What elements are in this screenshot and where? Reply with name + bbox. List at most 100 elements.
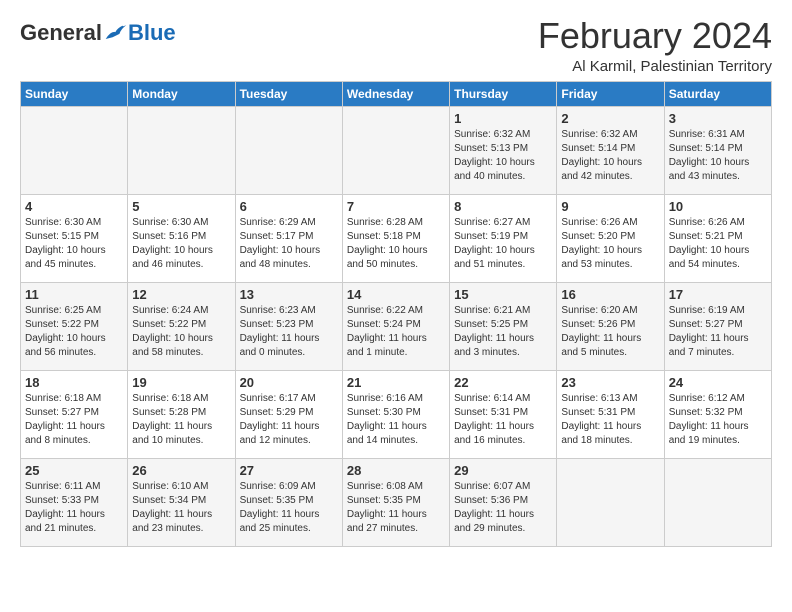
calendar-cell: 22 Sunrise: 6:14 AMSunset: 5:31 PMDayligh… (450, 370, 557, 458)
calendar-cell: 5 Sunrise: 6:30 AMSunset: 5:16 PMDaylight… (128, 194, 235, 282)
day-info: Sunrise: 6:23 AMSunset: 5:23 PMDaylight:… (240, 304, 338, 360)
calendar-cell: 10Sunrise: 6:26 AMSunset: 5:21 PMDayligh… (664, 194, 771, 282)
day-number: 25 (25, 463, 123, 478)
calendar-cell (235, 106, 342, 194)
day-info: Sunrise: 6:28 AMSunset: 5:18 PMDaylight:… (347, 216, 445, 272)
calendar-cell: 11 Sunrise: 6:25 AMSunset: 5:22 PMDayligh… (21, 282, 128, 370)
day-info: Sunrise: 6:08 AMSunset: 5:35 PMDaylight:… (347, 480, 445, 536)
day-info: Sunrise: 6:17 AMSunset: 5:29 PMDaylight:… (240, 392, 338, 448)
calendar-cell: 6Sunrise: 6:29 AMSunset: 5:17 PMDaylight… (235, 194, 342, 282)
calendar-week-row: 25 Sunrise: 6:11 AMSunset: 5:33 PMDayligh… (21, 458, 772, 546)
day-number: 27 (240, 463, 338, 478)
location-title: Al Karmil, Palestinian Territory (538, 58, 772, 75)
day-number: 11 (25, 287, 123, 302)
day-number: 21 (347, 375, 445, 390)
calendar-cell: 25 Sunrise: 6:11 AMSunset: 5:33 PMDayligh… (21, 458, 128, 546)
calendar-cell: 27 Sunrise: 6:09 AMSunset: 5:35 PMDayligh… (235, 458, 342, 546)
day-number: 15 (454, 287, 552, 302)
calendar-cell: 9Sunrise: 6:26 AMSunset: 5:20 PMDaylight… (557, 194, 664, 282)
day-number: 4 (25, 199, 123, 214)
day-info: Sunrise: 6:14 AMSunset: 5:31 PMDaylight:… (454, 392, 552, 448)
calendar-cell: 2Sunrise: 6:32 AMSunset: 5:14 PMDaylight… (557, 106, 664, 194)
day-info: Sunrise: 6:21 AMSunset: 5:25 PMDaylight:… (454, 304, 552, 360)
day-number: 19 (132, 375, 230, 390)
day-number: 29 (454, 463, 552, 478)
calendar-cell: 28 Sunrise: 6:08 AMSunset: 5:35 PMDayligh… (342, 458, 449, 546)
day-info: Sunrise: 6:20 AMSunset: 5:26 PMDaylight:… (561, 304, 659, 360)
day-number: 14 (347, 287, 445, 302)
calendar-cell: 20 Sunrise: 6:17 AMSunset: 5:29 PMDayligh… (235, 370, 342, 458)
calendar-cell: 18 Sunrise: 6:18 AMSunset: 5:27 PMDayligh… (21, 370, 128, 458)
day-info: Sunrise: 6:13 AMSunset: 5:31 PMDaylight:… (561, 392, 659, 448)
day-info: Sunrise: 6:10 AMSunset: 5:34 PMDaylight:… (132, 480, 230, 536)
column-header-monday: Monday (128, 81, 235, 106)
logo-bird-icon (104, 23, 128, 43)
day-number: 16 (561, 287, 659, 302)
day-number: 8 (454, 199, 552, 214)
calendar-header-row: SundayMondayTuesdayWednesdayThursdayFrid… (21, 81, 772, 106)
calendar-cell (21, 106, 128, 194)
month-title: February 2024 (538, 16, 772, 56)
calendar-cell (557, 458, 664, 546)
calendar-table: SundayMondayTuesdayWednesdayThursdayFrid… (20, 81, 772, 547)
title-area: February 2024 Al Karmil, Palestinian Ter… (538, 16, 772, 75)
column-header-tuesday: Tuesday (235, 81, 342, 106)
day-number: 6 (240, 199, 338, 214)
day-info: Sunrise: 6:22 AMSunset: 5:24 PMDaylight:… (347, 304, 445, 360)
calendar-cell: 24 Sunrise: 6:12 AMSunset: 5:32 PMDayligh… (664, 370, 771, 458)
day-info: Sunrise: 6:18 AMSunset: 5:28 PMDaylight:… (132, 392, 230, 448)
column-header-sunday: Sunday (21, 81, 128, 106)
day-info: Sunrise: 6:26 AMSunset: 5:20 PMDaylight:… (561, 216, 659, 272)
calendar-cell (342, 106, 449, 194)
calendar-cell: 23Sunrise: 6:13 AMSunset: 5:31 PMDayligh… (557, 370, 664, 458)
calendar-cell: 4 Sunrise: 6:30 AMSunset: 5:15 PMDaylight… (21, 194, 128, 282)
day-info: Sunrise: 6:16 AMSunset: 5:30 PMDaylight:… (347, 392, 445, 448)
calendar-cell: 17Sunrise: 6:19 AMSunset: 5:27 PMDayligh… (664, 282, 771, 370)
day-number: 24 (669, 375, 767, 390)
day-number: 5 (132, 199, 230, 214)
day-info: Sunrise: 6:31 AMSunset: 5:14 PMDaylight:… (669, 128, 767, 184)
day-number: 20 (240, 375, 338, 390)
column-header-friday: Friday (557, 81, 664, 106)
calendar-cell: 29Sunrise: 6:07 AMSunset: 5:36 PMDayligh… (450, 458, 557, 546)
calendar-week-row: 11 Sunrise: 6:25 AMSunset: 5:22 PMDayligh… (21, 282, 772, 370)
calendar-week-row: 18 Sunrise: 6:18 AMSunset: 5:27 PMDayligh… (21, 370, 772, 458)
day-number: 13 (240, 287, 338, 302)
calendar-cell: 13 Sunrise: 6:23 AMSunset: 5:23 PMDayligh… (235, 282, 342, 370)
header: General Blue February 2024 Al Karmil, Pa… (20, 16, 772, 75)
day-info: Sunrise: 6:18 AMSunset: 5:27 PMDaylight:… (25, 392, 123, 448)
day-number: 22 (454, 375, 552, 390)
calendar-cell: 14 Sunrise: 6:22 AMSunset: 5:24 PMDayligh… (342, 282, 449, 370)
calendar-cell: 26Sunrise: 6:10 AMSunset: 5:34 PMDayligh… (128, 458, 235, 546)
logo: General Blue (20, 20, 176, 46)
calendar-cell (664, 458, 771, 546)
day-info: Sunrise: 6:25 AMSunset: 5:22 PMDaylight:… (25, 304, 123, 360)
calendar-cell: 7 Sunrise: 6:28 AMSunset: 5:18 PMDaylight… (342, 194, 449, 282)
day-number: 28 (347, 463, 445, 478)
day-number: 3 (669, 111, 767, 126)
column-header-thursday: Thursday (450, 81, 557, 106)
calendar-week-row: 1Sunrise: 6:32 AMSunset: 5:13 PMDaylight… (21, 106, 772, 194)
day-number: 18 (25, 375, 123, 390)
day-info: Sunrise: 6:11 AMSunset: 5:33 PMDaylight:… (25, 480, 123, 536)
calendar-cell: 21 Sunrise: 6:16 AMSunset: 5:30 PMDayligh… (342, 370, 449, 458)
column-header-saturday: Saturday (664, 81, 771, 106)
day-info: Sunrise: 6:19 AMSunset: 5:27 PMDaylight:… (669, 304, 767, 360)
calendar-cell: 12 Sunrise: 6:24 AMSunset: 5:22 PMDayligh… (128, 282, 235, 370)
calendar-cell: 8Sunrise: 6:27 AMSunset: 5:19 PMDaylight… (450, 194, 557, 282)
day-info: Sunrise: 6:24 AMSunset: 5:22 PMDaylight:… (132, 304, 230, 360)
column-header-wednesday: Wednesday (342, 81, 449, 106)
day-info: Sunrise: 6:09 AMSunset: 5:35 PMDaylight:… (240, 480, 338, 536)
day-info: Sunrise: 6:30 AMSunset: 5:15 PMDaylight:… (25, 216, 123, 272)
day-info: Sunrise: 6:12 AMSunset: 5:32 PMDaylight:… (669, 392, 767, 448)
day-number: 7 (347, 199, 445, 214)
day-info: Sunrise: 6:32 AMSunset: 5:14 PMDaylight:… (561, 128, 659, 184)
day-info: Sunrise: 6:32 AMSunset: 5:13 PMDaylight:… (454, 128, 552, 184)
calendar-cell: 3 Sunrise: 6:31 AMSunset: 5:14 PMDaylight… (664, 106, 771, 194)
logo-general-text: General (20, 20, 102, 46)
calendar-week-row: 4 Sunrise: 6:30 AMSunset: 5:15 PMDaylight… (21, 194, 772, 282)
day-number: 12 (132, 287, 230, 302)
day-info: Sunrise: 6:30 AMSunset: 5:16 PMDaylight:… (132, 216, 230, 272)
logo-blue-text: Blue (128, 20, 176, 46)
calendar-cell: 16 Sunrise: 6:20 AMSunset: 5:26 PMDayligh… (557, 282, 664, 370)
